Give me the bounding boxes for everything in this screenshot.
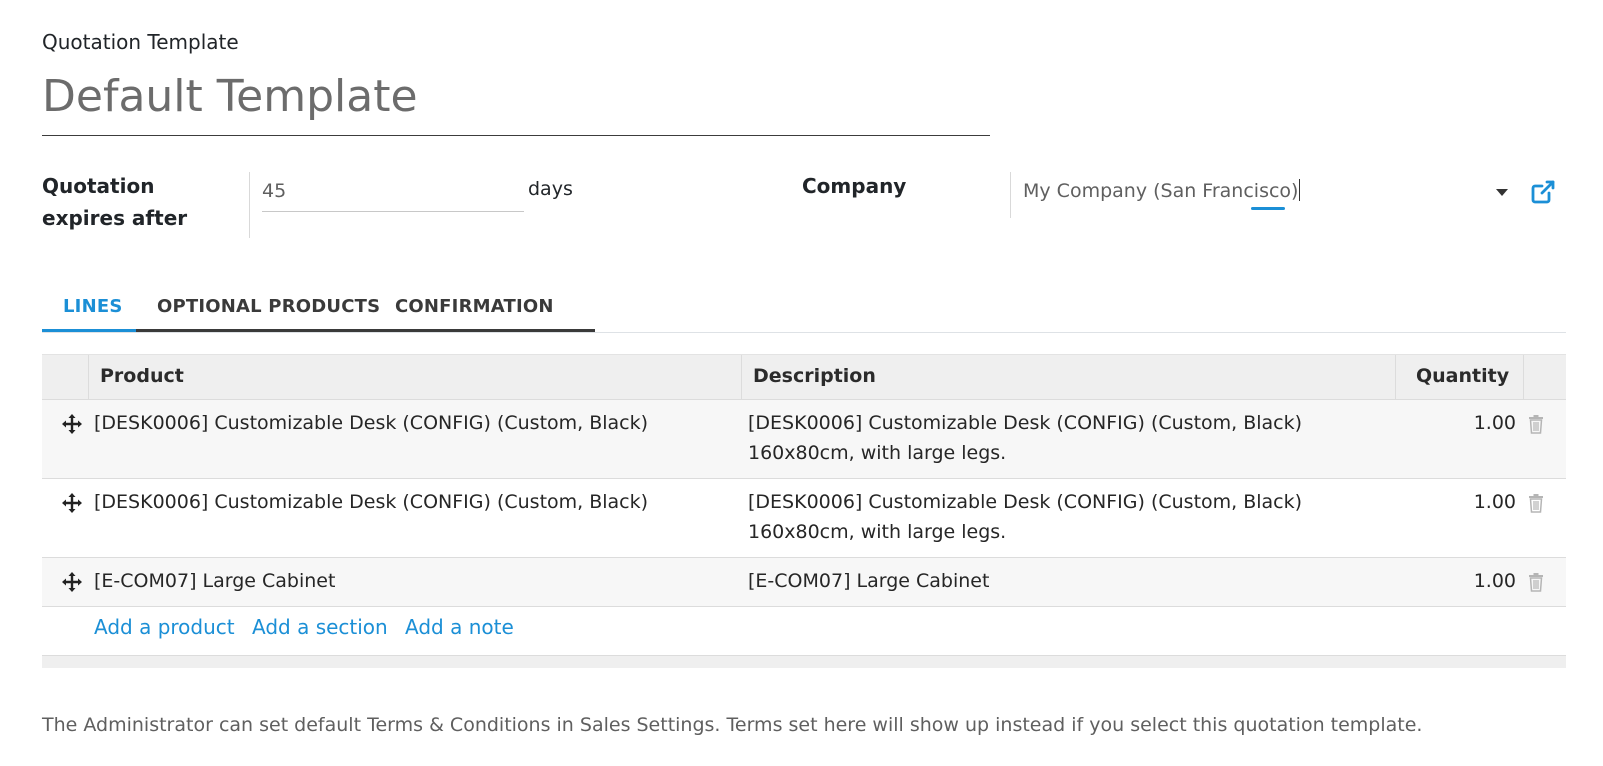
template-name-field[interactable]: Default Template — [42, 64, 990, 136]
field-divider — [249, 172, 250, 238]
expires-days-input[interactable]: 45 — [262, 176, 524, 212]
text-cursor — [1299, 179, 1301, 201]
add-product-link[interactable]: Add a product — [94, 615, 235, 639]
drag-handle-icon[interactable] — [60, 491, 84, 515]
tab-confirmation[interactable]: CONFIRMATION — [395, 288, 554, 332]
lines-table: Product Description Quantity [DESK0006] … — [42, 354, 1566, 668]
column-separator — [1523, 355, 1524, 399]
product-cell[interactable]: [DESK0006] Customizable Desk (CONFIG) (C… — [94, 487, 648, 517]
typing-indicator — [1251, 207, 1285, 210]
trash-icon[interactable] — [1528, 414, 1544, 434]
table-header: Product Description Quantity — [42, 354, 1566, 400]
form-title-label: Quotation Template — [42, 30, 239, 54]
field-divider — [1010, 172, 1011, 218]
add-section-link[interactable]: Add a section — [252, 615, 388, 639]
quantity-cell[interactable]: 1.00 — [1474, 408, 1516, 438]
tab-lines[interactable]: LINES — [63, 288, 123, 332]
column-header-description[interactable]: Description — [741, 355, 876, 399]
trash-icon[interactable] — [1528, 493, 1544, 513]
caret-down-icon[interactable] — [1492, 182, 1512, 202]
column-header-quantity[interactable]: Quantity — [1404, 355, 1509, 399]
product-cell[interactable]: [E-COM07] Large Cabinet — [94, 566, 335, 596]
table-footer — [42, 656, 1566, 668]
quantity-cell[interactable]: 1.00 — [1474, 487, 1516, 517]
active-tab-indicator — [42, 329, 136, 332]
table-row[interactable]: [E-COM07] Large Cabinet [E-COM07] Large … — [42, 558, 1566, 607]
table-row[interactable]: [DESK0006] Customizable Desk (CONFIG) (C… — [42, 400, 1566, 479]
description-line[interactable]: [DESK0006] Customizable Desk (CONFIG) (C… — [748, 408, 1302, 438]
description-line[interactable]: 160x80cm, with large legs. — [748, 438, 1006, 468]
add-line-row: Add a product Add a section Add a note — [42, 607, 1566, 656]
trash-icon[interactable] — [1528, 572, 1544, 592]
tab-optional-products[interactable]: OPTIONAL PRODUCTS — [157, 288, 380, 332]
product-cell[interactable]: [DESK0006] Customizable Desk (CONFIG) (C… — [94, 408, 648, 438]
description-line[interactable]: [E-COM07] Large Cabinet — [748, 566, 989, 596]
quantity-cell[interactable]: 1.00 — [1474, 566, 1516, 596]
table-row[interactable]: [DESK0006] Customizable Desk (CONFIG) (C… — [42, 479, 1566, 558]
terms-note: The Administrator can set default Terms … — [42, 714, 1423, 736]
description-line[interactable]: [DESK0006] Customizable Desk (CONFIG) (C… — [748, 487, 1302, 517]
company-value: My Company (San Francisco) — [1023, 180, 1299, 202]
notebook-tabs: LINES OPTIONAL PRODUCTS CONFIRMATION — [42, 288, 1566, 333]
external-link-icon[interactable] — [1529, 178, 1557, 206]
days-unit-label: days — [528, 178, 573, 200]
expires-label: Quotation expires after — [42, 174, 188, 230]
drag-handle-icon[interactable] — [60, 570, 84, 594]
drag-handle-icon[interactable] — [60, 412, 84, 436]
tab-underline — [136, 329, 595, 332]
add-note-link[interactable]: Add a note — [405, 615, 514, 639]
column-separator — [1395, 355, 1396, 399]
column-header-product[interactable]: Product — [88, 355, 184, 399]
description-line[interactable]: 160x80cm, with large legs. — [748, 517, 1006, 547]
company-label: Company — [802, 174, 907, 198]
